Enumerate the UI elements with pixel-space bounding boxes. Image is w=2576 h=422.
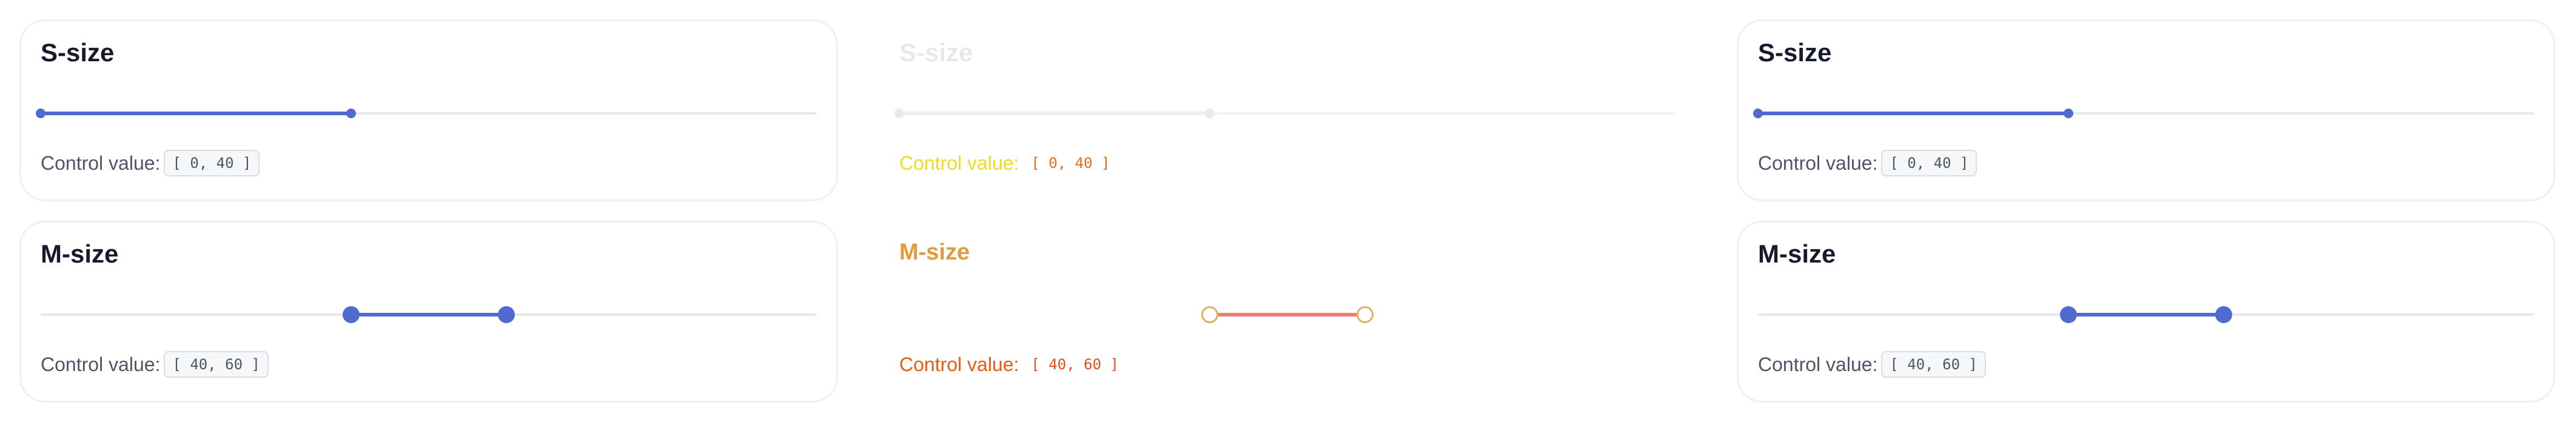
slider-thumb-start[interactable] — [1201, 306, 1218, 323]
panel-middle: S-size Control value: [ 0, 40 ] M-size C… — [859, 0, 1717, 422]
card-title: M-size — [899, 239, 970, 265]
card-title: M-size — [1758, 239, 1836, 268]
control-value-label: Control value: — [899, 152, 1019, 174]
slider-thumb-start[interactable] — [1753, 109, 1763, 118]
slider-thumb-end[interactable] — [498, 306, 515, 323]
control-value-code: [ 40, 60 ] — [1031, 356, 1119, 373]
range-slider[interactable] — [1758, 306, 2534, 323]
slider-thumb-start[interactable] — [343, 306, 360, 323]
control-value-code: [ 40, 60 ] — [1881, 351, 1986, 378]
panel-left: S-size Control value: [ 0, 40 ] M-size C… — [0, 0, 859, 422]
m-size-card: M-size Control value: [ 40, 60 ] — [1737, 221, 2555, 403]
control-value-row: Control value: [ 0, 40 ] — [1758, 150, 1977, 176]
range-slider[interactable] — [899, 306, 1675, 323]
control-value-code: [ 0, 40 ] — [164, 150, 260, 176]
card-title: S-size — [1758, 38, 1832, 67]
slider-track — [2068, 313, 2224, 316]
control-value-label: Control value: — [41, 152, 161, 174]
slider-thumb-end[interactable] — [1357, 306, 1374, 323]
control-value-code: [ 0, 40 ] — [1881, 150, 1977, 176]
slider-track — [1210, 313, 1365, 316]
control-value-label: Control value: — [41, 353, 161, 375]
slider-thumb-end[interactable] — [346, 109, 356, 118]
slider-thumb-start[interactable] — [36, 109, 45, 118]
range-slider[interactable] — [36, 107, 817, 119]
control-value-label: Control value: — [1758, 152, 1878, 174]
control-value-row: Control value: [ 40, 60 ] — [41, 351, 269, 378]
slider-track — [899, 112, 1210, 115]
s-size-card: S-size Control value: [ 0, 40 ] — [878, 19, 1697, 201]
control-value-code: [ 40, 60 ] — [164, 351, 269, 378]
control-value-label: Control value: — [1758, 353, 1878, 375]
card-title: S-size — [899, 38, 973, 67]
m-size-card: M-size Control value: [ 40, 60 ] — [19, 221, 838, 403]
range-slider[interactable] — [894, 107, 1675, 119]
slider-thumb-end[interactable] — [1205, 109, 1215, 118]
control-value-row: Control value: [ 40, 60 ] — [899, 351, 1127, 378]
slider-track — [351, 313, 506, 316]
s-size-card: S-size Control value: [ 0, 40 ] — [19, 19, 838, 201]
slider-thumb-end[interactable] — [2064, 109, 2073, 118]
range-slider[interactable] — [1753, 107, 2534, 119]
control-value-row: Control value: [ 0, 40 ] — [899, 150, 1118, 176]
control-value-code: [ 0, 40 ] — [1031, 155, 1110, 172]
control-value-label: Control value: — [899, 353, 1019, 375]
control-value-row: Control value: [ 0, 40 ] — [41, 150, 260, 176]
slider-track — [1758, 112, 2068, 115]
m-size-card: M-size Control value: [ 40, 60 ] — [878, 221, 1697, 403]
card-title: S-size — [41, 38, 115, 67]
panel-right: S-size Control value: [ 0, 40 ] M-size C… — [1717, 0, 2576, 422]
card-title: M-size — [41, 239, 119, 268]
range-slider[interactable] — [41, 306, 817, 323]
slider-thumb-end[interactable] — [2215, 306, 2232, 323]
s-size-card: S-size Control value: [ 0, 40 ] — [1737, 19, 2555, 201]
slider-thumb-start[interactable] — [894, 109, 904, 118]
slider-thumb-start[interactable] — [2060, 306, 2077, 323]
control-value-row: Control value: [ 40, 60 ] — [1758, 351, 1986, 378]
slider-track — [41, 112, 351, 115]
